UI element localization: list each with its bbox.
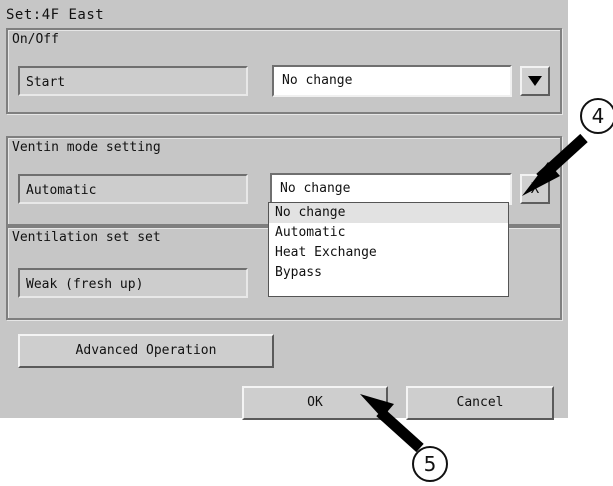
- callout-5: 5: [412, 446, 448, 482]
- annotation-arrows: [360, 133, 588, 453]
- callout-4: 4: [580, 98, 613, 134]
- callout-5-arrow: [360, 394, 424, 453]
- callout-4-arrow: [522, 133, 588, 196]
